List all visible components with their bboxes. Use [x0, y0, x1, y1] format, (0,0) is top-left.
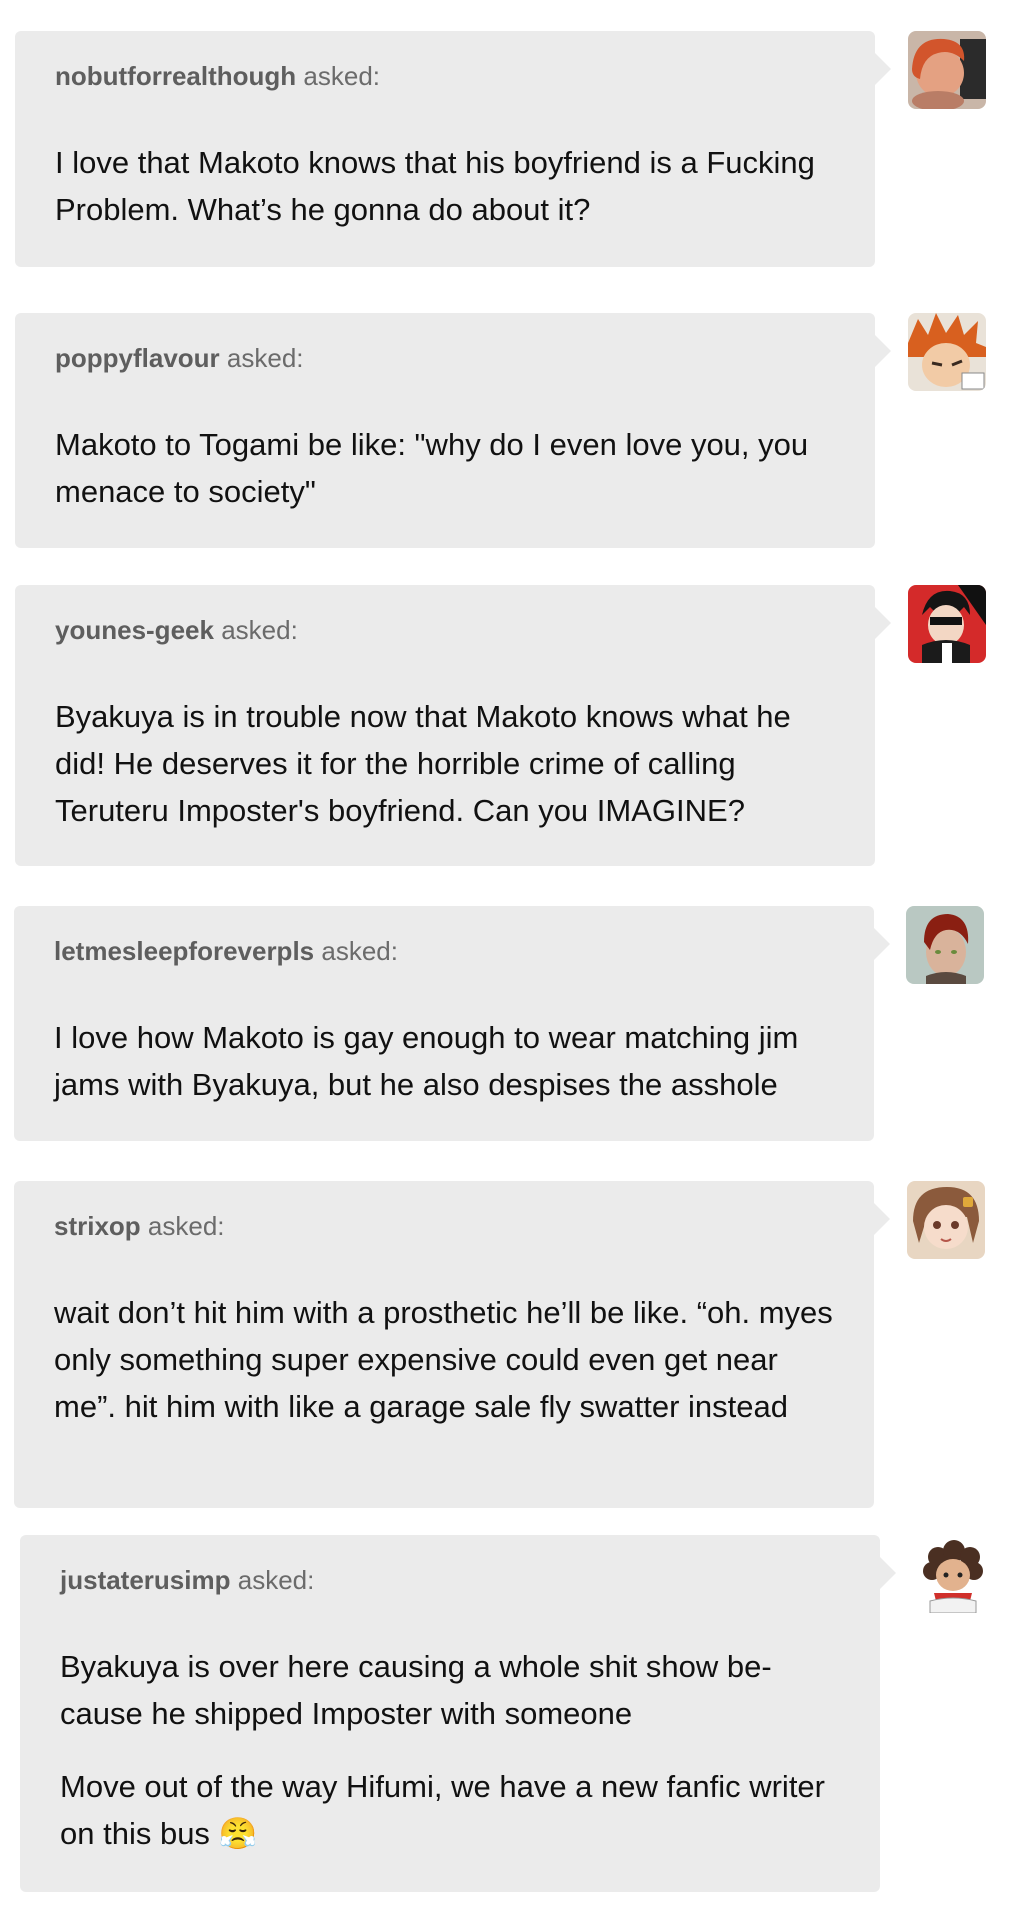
avatar-red-hair-girl-icon[interactable] [908, 31, 986, 109]
ask-paragraph: Makoto to Togami be like: "why do I even… [55, 427, 809, 509]
asked-label: asked: [226, 343, 304, 373]
asked-label: asked: [321, 936, 398, 966]
ask-paragraph: wait don’t hit him with a prosthetic he’… [54, 1295, 833, 1424]
asked-label: asked: [303, 61, 381, 91]
asker-username-link[interactable]: strixop [54, 1211, 141, 1241]
asker-username-link[interactable]: nobutforrealthough [55, 61, 296, 91]
ask-paragraph: Byakuya is over here causing a whole shi… [60, 1649, 772, 1731]
asker-line: poppyflavour asked: [55, 343, 304, 374]
asker-line: justaterusimp asked: [60, 1565, 314, 1596]
asker-line: younes-geek asked: [55, 615, 298, 646]
ask-paragraph: Move out of the way Hifumi, we have a ne… [60, 1769, 825, 1851]
ask-message: Makoto to Togami be like: "why do I even… [55, 421, 845, 541]
ask-paragraph: I love how Makoto is gay enough to wear … [54, 1020, 799, 1102]
ask-card-4: letmesleepforeverpls asked: I love how M… [14, 906, 890, 1141]
ask-card-2: poppyflavour asked: Makoto to Togami be … [15, 313, 891, 548]
asker-username-link[interactable]: younes-geek [55, 615, 214, 645]
avatar-orange-spiky-hair-icon[interactable] [908, 313, 986, 391]
ask-paragraph: I love that Makoto knows that his boyfri… [55, 145, 815, 227]
asked-label: asked: [237, 1565, 315, 1595]
ask-message: Byakuya is in trouble now that Makoto kn… [55, 693, 845, 860]
ask-message: I love how Makoto is gay enough to wear … [54, 1014, 844, 1134]
asker-username-link[interactable]: letmesleepforeverpls [54, 936, 314, 966]
asker-line: strixop asked: [54, 1211, 225, 1242]
ask-card-6: justaterusimp asked: Byakuya is over her… [20, 1535, 896, 1892]
asker-username-link[interactable]: justaterusimp [60, 1565, 231, 1595]
ask-message: wait don’t hit him with a prosthetic he’… [54, 1289, 844, 1456]
ask-message: I love that Makoto knows that his boyfri… [55, 139, 845, 259]
asker-username-link[interactable]: poppyflavour [55, 343, 220, 373]
ask-card-3: younes-geek asked: Byakuya is in trouble… [15, 585, 891, 866]
asked-label: asked: [147, 1211, 225, 1241]
avatar-anime-girl-icon[interactable] [907, 1181, 985, 1259]
avatar-red-hair-boy-icon[interactable] [906, 906, 984, 984]
ask-message: Byakuya is over here causing a whole shi… [60, 1643, 850, 1883]
ask-card-5: strixop asked: wait don’t hit him with a… [14, 1181, 890, 1508]
avatar-masked-character-icon[interactable] [908, 585, 986, 663]
ask-card-1: nobutforrealthough asked: I love that Ma… [15, 31, 891, 267]
asker-line: nobutforrealthough asked: [55, 61, 380, 92]
asked-label: asked: [221, 615, 298, 645]
avatar-curly-hair-chef-icon[interactable] [914, 1535, 992, 1613]
ask-paragraph: Byakuya is in trouble now that Makoto kn… [55, 699, 791, 828]
asker-line: letmesleepforeverpls asked: [54, 936, 398, 967]
